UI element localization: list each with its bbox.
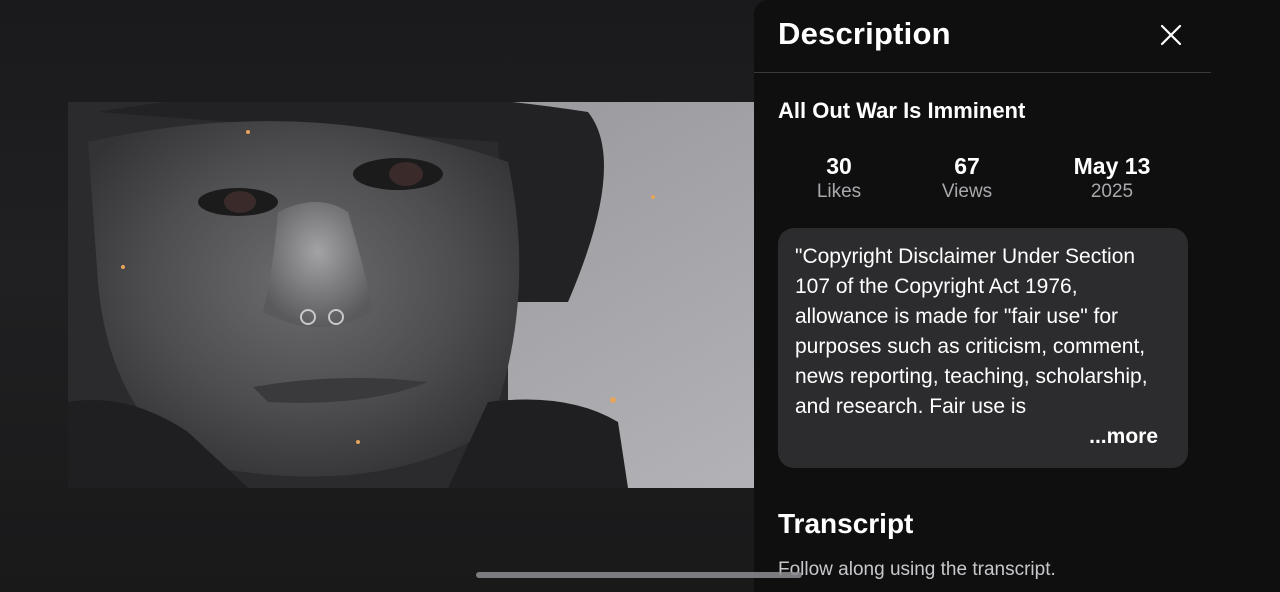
- transcript-heading: Transcript: [778, 508, 914, 539]
- more-link[interactable]: ...more: [1065, 422, 1158, 452]
- app-screen: Description All Out War Is Imminent 30 L…: [0, 0, 1280, 592]
- video-player[interactable]: [68, 102, 758, 488]
- upload-year: 2025: [1090, 181, 1134, 202]
- likes-count: 30: [826, 153, 852, 179]
- description-box[interactable]: "Copyright Disclaimer Under Section 107 …: [778, 228, 1188, 468]
- description-panel: Description All Out War Is Imminent 30 L…: [754, 0, 1280, 592]
- upload-date: May 13: [1073, 153, 1151, 179]
- close-button[interactable]: [1156, 20, 1186, 50]
- transcript-subtitle: Follow along using the transcript.: [778, 559, 1056, 580]
- likes-label: Likes: [816, 181, 862, 202]
- views-label: Views: [941, 181, 993, 202]
- description-text: "Copyright Disclaimer Under Section 107 …: [795, 245, 1148, 418]
- close-x-icon: [1160, 24, 1182, 46]
- panel-title: Description: [778, 16, 951, 51]
- views-stat: 67 Views: [942, 152, 992, 204]
- video-frame-image: [68, 102, 758, 488]
- video-title: All Out War Is Imminent: [778, 98, 1026, 123]
- views-count: 67: [954, 153, 980, 179]
- video-stats: 30 Likes 67 Views May 13 2025: [778, 152, 1188, 212]
- upload-date-stat: May 13 2025: [1074, 152, 1151, 204]
- home-indicator[interactable]: [476, 572, 802, 578]
- likes-stat: 30 Likes: [817, 152, 861, 204]
- header-divider: [754, 72, 1211, 73]
